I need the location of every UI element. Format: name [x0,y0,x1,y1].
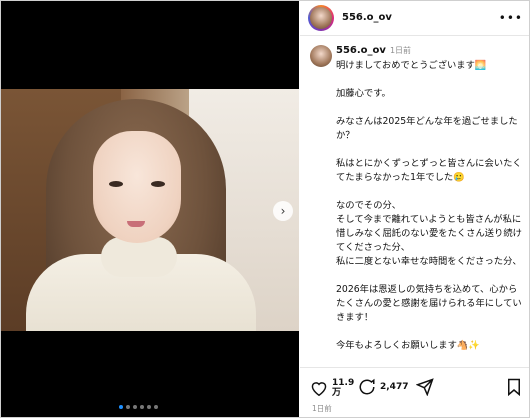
caption-username[interactable]: 556.o_ov 1日前 [336,45,411,56]
post-timestamp: 1日前 [312,404,332,413]
more-horizontal-icon[interactable]: ••• [499,11,523,25]
share-icon [416,378,434,396]
like-count: 11.9 万 [332,378,355,398]
heart-icon [311,382,327,396]
chevron-right-icon: › [280,204,286,218]
post-header: 556.o_ov ••• [300,1,529,36]
post-frame: › 556.o_ov ••• 556.o_ov 1日前 明けましておめでとうござい… [0,0,530,418]
caption-avatar[interactable] [310,45,332,67]
like-button[interactable]: 11.9 万 [310,378,354,398]
caption-text: 明けましておめでとうございます🌅 加藤心です。 みなさんは2025年どんな年を過… [336,60,522,351]
comment-button[interactable]: 2,477 [358,378,408,396]
post-sidebar: 556.o_ov ••• 556.o_ov 1日前 明けましておめでとうございます… [300,1,529,417]
bookmark-icon [508,378,520,396]
post-actions: 11.9 万 2,477 [300,367,529,418]
carousel-dots [119,405,158,409]
avatar[interactable] [310,7,332,29]
share-button[interactable] [416,378,434,396]
save-button[interactable] [506,378,522,396]
comment-count: 2,477 [380,382,409,392]
post-photo [1,89,299,331]
post-media: › [1,1,299,417]
comment-icon [359,378,375,395]
carousel-next-button[interactable]: › [273,201,293,221]
header-username[interactable]: 556.o_ov [342,12,392,23]
